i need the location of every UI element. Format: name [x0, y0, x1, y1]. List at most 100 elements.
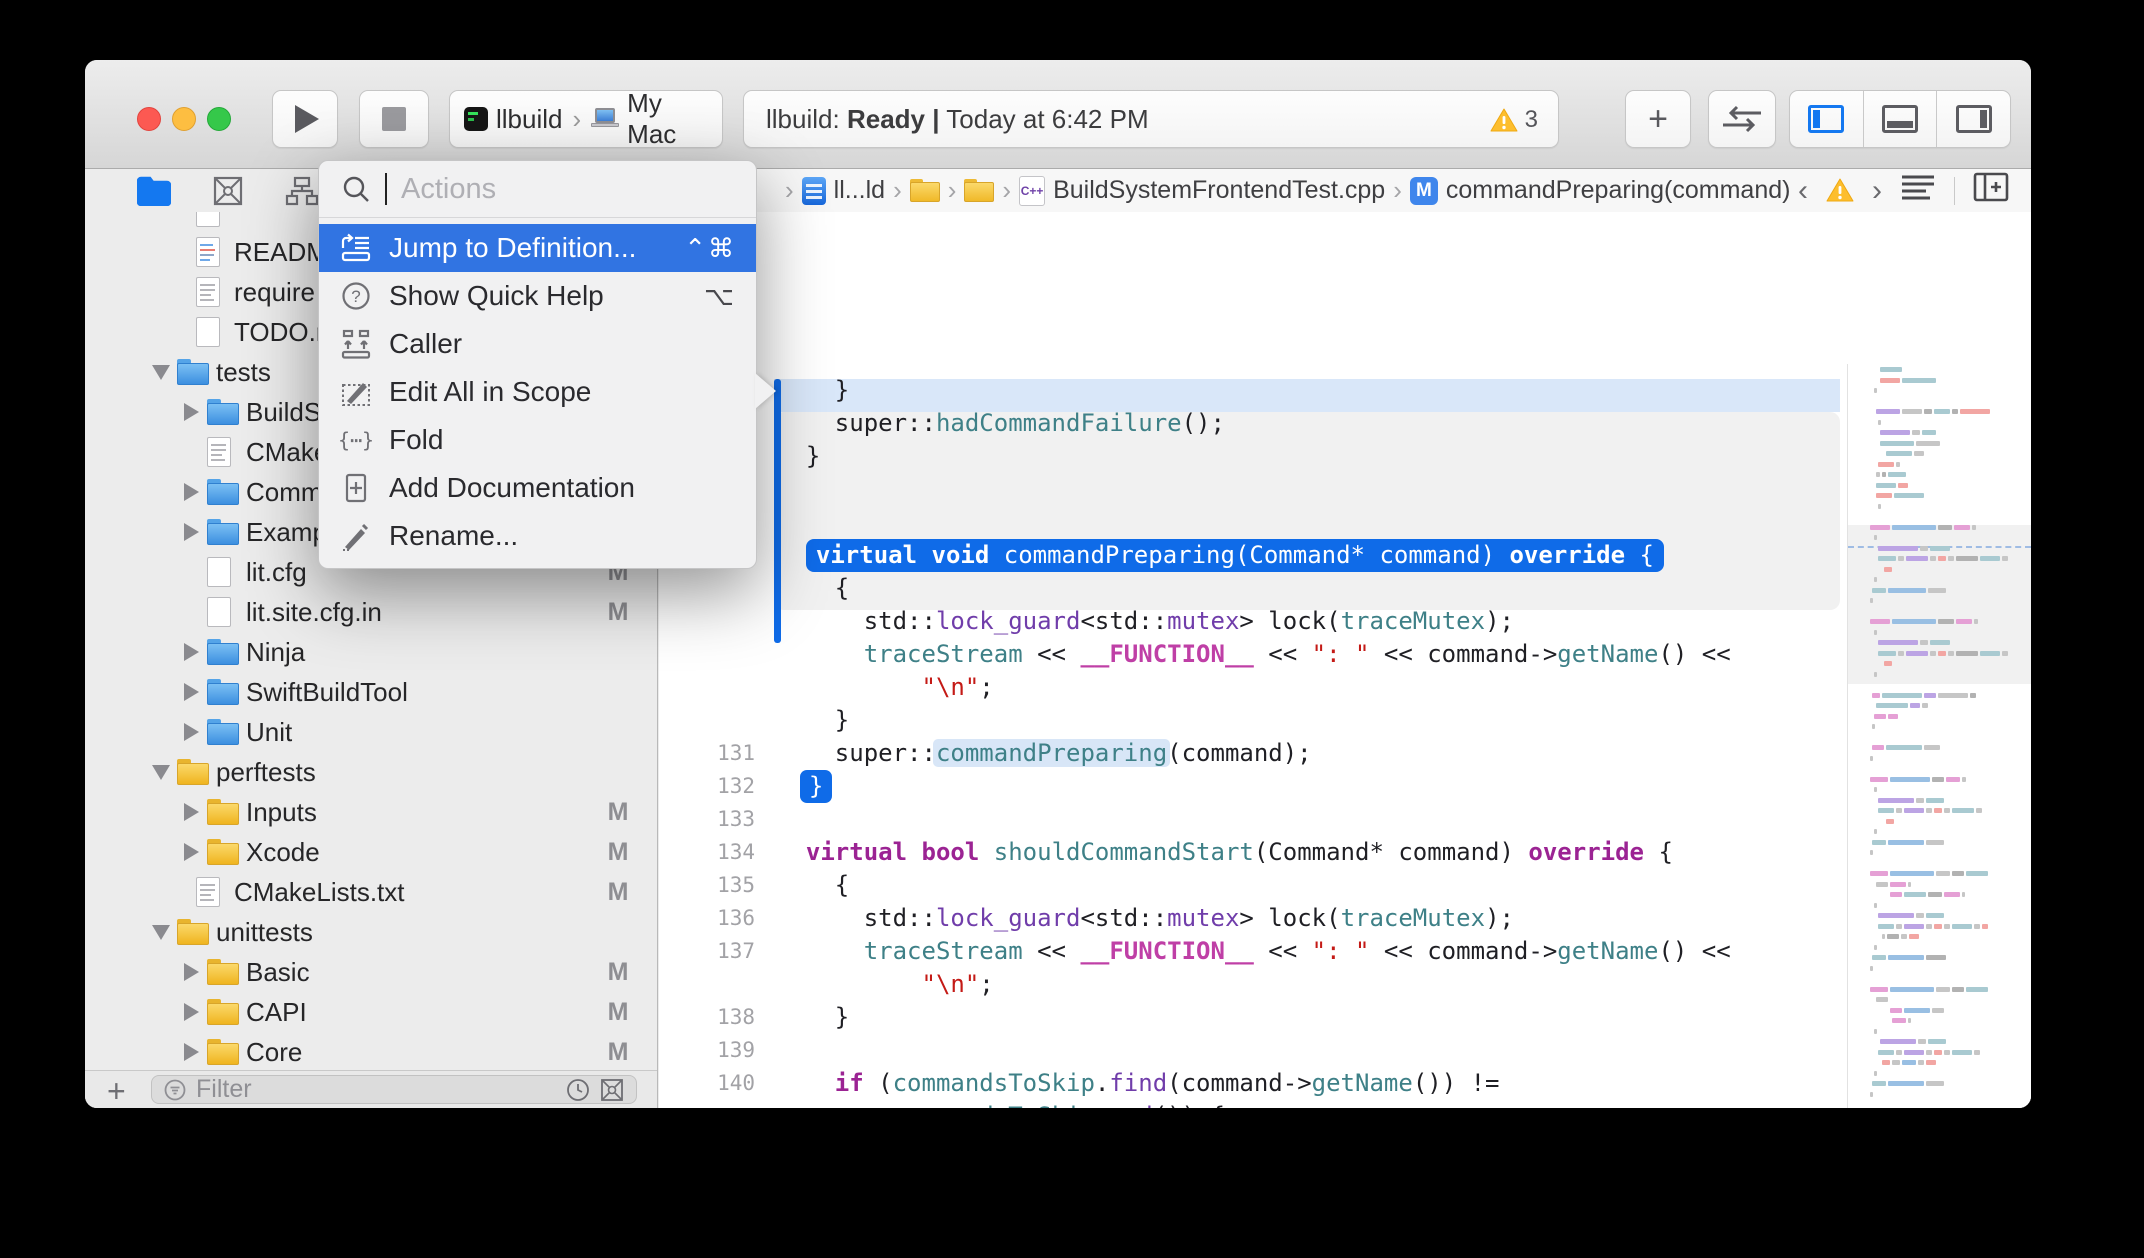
code-line-132[interactable]: 132 } — [659, 770, 2031, 803]
minimap-line — [1870, 987, 1988, 992]
disclosure-open-icon[interactable] — [152, 365, 170, 380]
activity-status[interactable]: llbuild: Ready | Today at 6:42 PM 3 — [743, 90, 1559, 148]
disclosure-closed-icon[interactable] — [184, 1003, 199, 1021]
disclosure-closed-icon[interactable] — [184, 1043, 199, 1061]
navigator-tab-project-navigator-icon[interactable] — [137, 176, 171, 206]
file-row-CMakeLists.txt[interactable]: CMakeLists.txtM — [85, 872, 657, 912]
add-file-button[interactable]: + — [107, 1073, 126, 1108]
line-number: 132 — [659, 770, 755, 803]
previous-issue-button[interactable]: ‹ — [1798, 174, 1808, 208]
file-row-lit.site.cfg.in[interactable]: lit.site.cfg.inM — [85, 592, 657, 632]
disclosure-closed-icon[interactable] — [184, 403, 199, 421]
source-editor[interactable]: } super::hadCommandFailure(); } virtual … — [659, 212, 2031, 1108]
editor-mode-button[interactable] — [1708, 90, 1776, 148]
file-row-CAPI[interactable]: CAPIM — [85, 992, 657, 1032]
toggle-inspector-button[interactable] — [1937, 91, 2010, 147]
code-line[interactable]: traceStream << __FUNCTION__ << ": " << c… — [659, 638, 2031, 671]
file-row-perftests[interactable]: perftests — [85, 752, 657, 792]
code-line[interactable]: super::hadCommandFailure(); — [659, 407, 2031, 440]
navigator-tab-symbol-navigator-icon[interactable] — [285, 176, 319, 206]
file-row-Ninja[interactable]: Ninja — [85, 632, 657, 672]
stop-button[interactable] — [359, 90, 429, 148]
code-line[interactable]: virtual void commandPreparing(Command* c… — [659, 539, 2031, 572]
breadcrumb-folder[interactable] — [910, 179, 940, 203]
breadcrumb-ll...ld[interactable]: ll...ld — [802, 176, 885, 205]
minimap-line — [1878, 640, 1950, 645]
navigator-tab-source-control-navigator-icon[interactable] — [213, 176, 243, 206]
navigator-filter-bar: + Filter — [85, 1070, 657, 1108]
folder-icon — [207, 679, 239, 705]
cpp-file-icon: C++ — [1019, 176, 1045, 206]
file-row-Inputs[interactable]: InputsM — [85, 792, 657, 832]
toggle-debug-area-button[interactable] — [1864, 91, 1938, 147]
breadcrumb-commandPreparing(command)[interactable]: McommandPreparing(command) — [1410, 176, 1791, 205]
clock-icon[interactable] — [566, 1078, 590, 1102]
disclosure-open-icon[interactable] — [152, 765, 170, 780]
code-line[interactable]: std::lock_guard<std::mutex> lock(traceMu… — [659, 605, 2031, 638]
related-items-button[interactable] — [1900, 173, 1936, 208]
file-row-Unit[interactable]: Unit — [85, 712, 657, 752]
filter-field[interactable]: Filter — [151, 1075, 637, 1104]
code-line-131[interactable]: 131 super::commandPreparing(command); — [659, 737, 2031, 770]
code-line-133[interactable]: 133 — [659, 803, 2031, 836]
warning-summary[interactable]: 3 — [1490, 91, 1538, 149]
actions-search-field[interactable]: Actions — [319, 161, 756, 218]
code-line[interactable]: } — [659, 374, 2031, 407]
minimize-button[interactable] — [172, 107, 196, 131]
breadcrumb-folder[interactable] — [964, 179, 994, 203]
disclosure-closed-icon[interactable] — [184, 843, 199, 861]
code-line-138[interactable]: 138 } — [659, 1001, 2031, 1034]
run-button[interactable] — [272, 90, 338, 148]
minimap[interactable] — [1847, 364, 2031, 1108]
code-line[interactable]: commandsToSkip.end()) { — [659, 1100, 2031, 1108]
code-line-135[interactable]: 135 { — [659, 869, 2031, 902]
disclosure-closed-icon[interactable] — [184, 483, 199, 501]
library-add-button[interactable]: + — [1625, 90, 1691, 148]
warning-icon[interactable] — [1826, 178, 1854, 203]
play-icon — [295, 105, 319, 133]
menu-item-edit-all-in-scope[interactable]: Edit All in Scope — [319, 368, 756, 416]
close-button[interactable] — [137, 107, 161, 131]
disclosure-open-icon[interactable] — [152, 925, 170, 940]
menu-item-add-documentation[interactable]: Add Documentation — [319, 464, 756, 512]
disclosure-closed-icon[interactable] — [184, 723, 199, 741]
scheme-selector[interactable]: llbuild › My Mac — [449, 90, 723, 148]
code-line[interactable]: "\n"; — [659, 671, 2031, 704]
disclosure-closed-icon[interactable] — [184, 523, 199, 541]
code-line[interactable]: } — [659, 704, 2031, 737]
file-row-Basic[interactable]: BasicM — [85, 952, 657, 992]
disclosure-closed-icon[interactable] — [184, 803, 199, 821]
code-line[interactable]: } — [659, 440, 2031, 473]
code-line-139[interactable]: 139 — [659, 1034, 2031, 1067]
scm-status-icon[interactable] — [600, 1078, 624, 1102]
code-line[interactable] — [659, 506, 2031, 539]
code-line[interactable]: "\n"; — [659, 968, 2031, 1001]
code-line[interactable] — [659, 473, 2031, 506]
add-editor-button[interactable] — [1973, 172, 2009, 209]
file-row-SwiftBuildTool[interactable]: SwiftBuildTool — [85, 672, 657, 712]
code-line-134[interactable]: 134 virtual bool shouldCommandStart(Comm… — [659, 836, 2031, 869]
file-row-Xcode[interactable]: XcodeM — [85, 832, 657, 872]
disclosure-closed-icon[interactable] — [184, 963, 199, 981]
minimap-line — [1876, 409, 1990, 414]
disclosure-closed-icon[interactable] — [184, 643, 199, 661]
forward-chevron-icon[interactable]: › — [777, 175, 802, 206]
zoom-button[interactable] — [207, 107, 231, 131]
toggle-navigator-button[interactable] — [1790, 91, 1864, 147]
file-row-Core[interactable]: CoreM — [85, 1032, 657, 1072]
menu-item-show-quick-help[interactable]: ?Show Quick Help⌥ — [319, 272, 756, 320]
breadcrumb-BuildSystemFrontendTest.cpp[interactable]: C++BuildSystemFrontendTest.cpp — [1019, 176, 1385, 206]
code-line-137[interactable]: 137 traceStream << __FUNCTION__ << ": " … — [659, 935, 2031, 968]
code-line-136[interactable]: 136 std::lock_guard<std::mutex> lock(tra… — [659, 902, 2031, 935]
menu-item-jump-to-definition-[interactable]: Jump to Definition...⌃⌘ — [319, 224, 756, 272]
menu-item-caller[interactable]: Caller — [319, 320, 756, 368]
target-icon — [464, 107, 488, 131]
code-line-140[interactable]: 140 if (commandsToSkip.find(command->get… — [659, 1067, 2031, 1100]
minimap-line — [1878, 651, 2008, 656]
next-issue-button[interactable]: › — [1872, 174, 1882, 208]
menu-item-fold[interactable]: {⋯}Fold — [319, 416, 756, 464]
disclosure-closed-icon[interactable] — [184, 683, 199, 701]
file-row-unittests[interactable]: unittests — [85, 912, 657, 952]
code-line[interactable]: { — [659, 572, 2031, 605]
menu-item-rename-[interactable]: Rename... — [319, 512, 756, 560]
